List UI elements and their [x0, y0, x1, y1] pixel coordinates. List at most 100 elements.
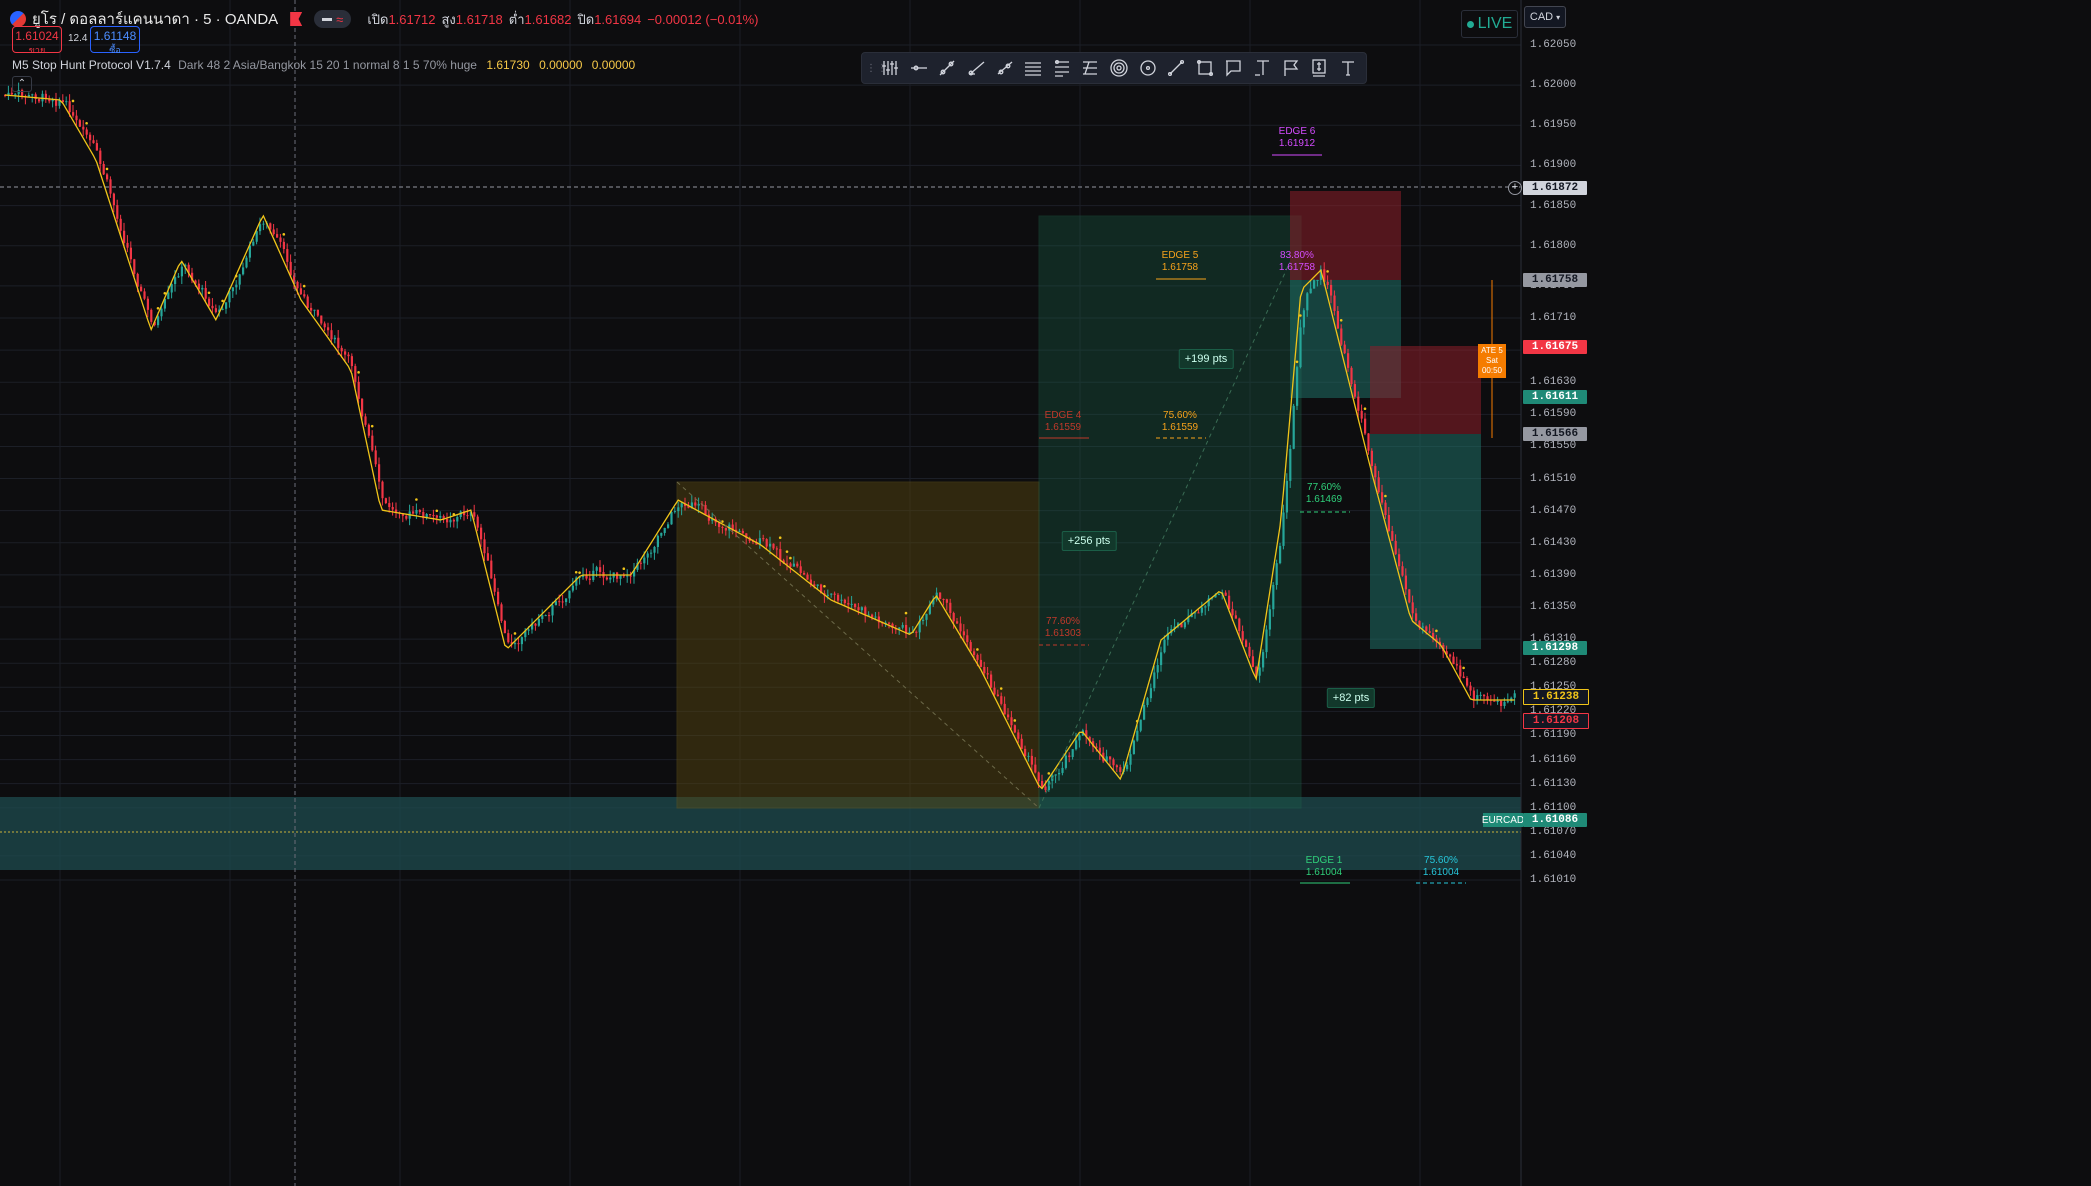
candle-body	[1500, 700, 1503, 706]
candle-body	[704, 504, 707, 515]
candle-body	[942, 598, 945, 600]
level-61566-badge: 1.61566	[1523, 427, 1587, 441]
candle-body	[826, 594, 829, 596]
candle-body	[238, 274, 241, 285]
candle-body	[1234, 615, 1237, 619]
pts-256-badge: +256 pts	[1061, 531, 1117, 551]
signal-dot	[71, 99, 75, 103]
fib7560b-label: 75.60% 1.61004	[1423, 855, 1459, 879]
flag-icon[interactable]	[1276, 55, 1305, 81]
candle-body	[272, 229, 275, 235]
edge6-value: 1.61912	[1278, 138, 1316, 149]
indicator-legend[interactable]: M5 Stop Hunt Protocol V1.7.4 Dark 48 2 A…	[12, 58, 635, 72]
candle-body	[391, 506, 394, 510]
fib-retracement-icon[interactable]	[1048, 55, 1077, 81]
buy-button[interactable]: 1.61148 ซื้อ	[90, 26, 140, 55]
candle-body	[673, 511, 676, 513]
level-61758-badge: 1.61758	[1523, 273, 1587, 287]
signal-dot	[105, 167, 109, 171]
close-label: ปิด	[577, 11, 595, 27]
candle-body	[133, 259, 136, 274]
candle-body	[279, 237, 282, 242]
live-status-badge[interactable]: LIVE	[1461, 10, 1518, 38]
cursor-lines-icon[interactable]	[876, 55, 905, 81]
candle-body	[177, 276, 180, 278]
candle-body	[626, 575, 629, 577]
signal-dot	[574, 570, 578, 574]
ma-price-badge: 1.61238	[1523, 689, 1589, 705]
candle-body	[1241, 631, 1244, 641]
candle-body	[476, 516, 479, 528]
text-icon[interactable]	[1334, 55, 1363, 81]
edge6-title: EDGE 6	[1278, 126, 1316, 137]
signal-dot	[789, 556, 792, 560]
line-icon[interactable]	[1162, 55, 1191, 81]
candle-body	[289, 261, 292, 276]
horizontal-line-icon[interactable]	[905, 55, 934, 81]
fib7560b-title: 75.60%	[1424, 855, 1458, 866]
price-tick: 1.61710	[1530, 311, 1577, 324]
signal-dot	[513, 632, 517, 635]
candle-body	[571, 585, 574, 591]
market-status-pill[interactable]: ≈	[314, 10, 352, 28]
price-tick: 1.61130	[1530, 777, 1577, 790]
candle-body	[55, 99, 58, 106]
price-label-icon[interactable]	[1305, 55, 1334, 81]
candle-body	[1306, 293, 1309, 311]
candle-body	[1160, 652, 1163, 666]
candle-body	[95, 143, 98, 151]
candle-body	[1126, 764, 1129, 770]
price-chart[interactable]	[0, 0, 2091, 1186]
callout-icon[interactable]	[1219, 55, 1248, 81]
fib-extension-icon[interactable]	[1076, 55, 1105, 81]
candle-body	[466, 515, 469, 517]
trend-line-icon[interactable]	[933, 55, 962, 81]
price-axis[interactable]: 1.62050 1.62000 1.61950 1.61900 1.61850 1.618…	[1521, 0, 1591, 1186]
candle-body	[1275, 563, 1278, 586]
candle-body	[262, 223, 265, 225]
green-target-box	[1038, 215, 1302, 809]
candle-body	[1391, 531, 1394, 541]
wave-icon: ≈	[336, 11, 344, 27]
ray-line-icon[interactable]	[962, 55, 991, 81]
fib7760b-label: 77.60% 1.61303	[1045, 616, 1081, 640]
candle-body	[316, 309, 319, 316]
candle-body	[1279, 545, 1282, 564]
candle-body	[1245, 640, 1248, 647]
add-alert-icon[interactable]: +	[1508, 181, 1522, 195]
candle-body	[72, 112, 75, 116]
grip-icon[interactable]: ⋮⋮	[866, 63, 887, 74]
open-value: 1.61712	[388, 11, 436, 27]
candle-body	[1132, 740, 1135, 755]
price-tick: 1.61950	[1530, 119, 1577, 132]
flag-icon[interactable]	[290, 12, 303, 26]
candle-body	[255, 231, 258, 242]
candle-body	[1251, 656, 1254, 667]
price-tick: 1.61590	[1530, 408, 1577, 421]
candle-body	[1313, 280, 1316, 289]
circle-icon[interactable]	[1133, 55, 1162, 81]
symbol-title[interactable]: ยูโร / ดอลลาร์แคนนาดา · 5 · OANDA	[32, 7, 278, 31]
sell-button[interactable]: 1.61024 ขาย	[12, 26, 62, 55]
collapse-legend-button[interactable]: ⌃	[12, 76, 32, 92]
signal-dot	[415, 498, 418, 501]
extended-line-icon[interactable]	[990, 55, 1019, 81]
candle-body	[235, 284, 238, 288]
candle-body	[1024, 748, 1027, 757]
candle-body	[738, 530, 741, 532]
fib7760b-value: 1.61303	[1044, 628, 1082, 639]
sell-label: ขาย	[28, 45, 46, 55]
text-anchor-icon[interactable]	[1248, 55, 1277, 81]
candle-body	[259, 224, 262, 232]
candle-body	[514, 643, 517, 645]
price-tick: 1.61280	[1530, 657, 1577, 670]
rectangle-icon[interactable]	[1191, 55, 1220, 81]
candle-body	[843, 599, 846, 604]
candle-body	[1404, 575, 1407, 590]
candle-body	[860, 607, 863, 611]
drawing-toolbar: ⋮⋮	[861, 52, 1367, 84]
fib-circles-icon[interactable]	[1105, 55, 1134, 81]
candle-body	[1143, 704, 1146, 720]
candle-body	[1071, 749, 1074, 757]
parallel-channel-icon[interactable]	[1019, 55, 1048, 81]
